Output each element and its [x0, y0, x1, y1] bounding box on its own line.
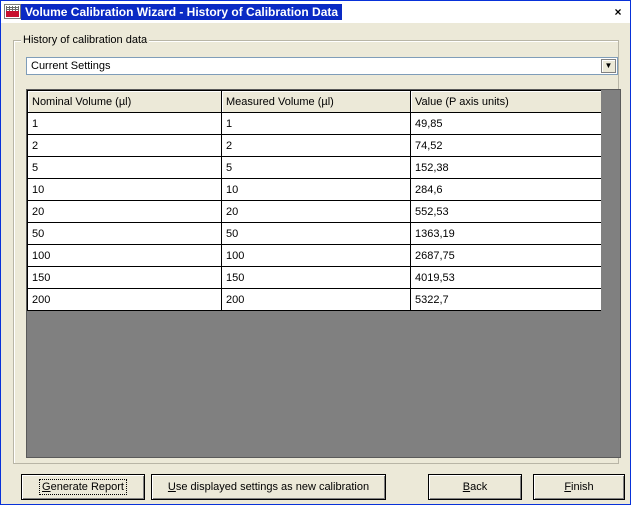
history-select[interactable]: Current Settings ▼ — [26, 57, 618, 75]
table-header-row: Nominal Volume (µl) Measured Volume (µl)… — [27, 90, 602, 113]
column-header-measured[interactable]: Measured Volume (µl) — [221, 90, 411, 113]
column-header-value[interactable]: Value (P axis units) — [410, 90, 602, 113]
cell-nominal[interactable]: 100 — [27, 244, 222, 267]
cell-nominal[interactable]: 150 — [27, 266, 222, 289]
generate-report-button[interactable]: Generate Report — [21, 474, 145, 500]
cell-nominal[interactable]: 1 — [27, 112, 222, 135]
cell-nominal[interactable]: 5 — [27, 156, 222, 179]
table-row[interactable]: 150 150 4019,53 — [27, 266, 602, 289]
cell-value[interactable]: 74,52 — [410, 134, 602, 157]
cell-measured[interactable]: 150 — [221, 266, 411, 289]
cell-measured[interactable]: 200 — [221, 288, 411, 311]
table-row[interactable]: 50 50 1363,19 — [27, 222, 602, 245]
cell-nominal[interactable]: 200 — [27, 288, 222, 311]
calibration-wizard-window: Volume Calibration Wizard - History of C… — [0, 0, 631, 505]
cell-measured[interactable]: 5 — [221, 156, 411, 179]
use-settings-label: Use displayed settings as new calibratio… — [167, 481, 370, 493]
back-label: Back — [462, 481, 488, 493]
cell-measured[interactable]: 2 — [221, 134, 411, 157]
finish-button[interactable]: Finish — [533, 474, 625, 500]
cell-value[interactable]: 284,6 — [410, 178, 602, 201]
table-row[interactable]: 100 100 2687,75 — [27, 244, 602, 267]
table-row[interactable]: 5 5 152,38 — [27, 156, 602, 179]
table-row[interactable]: 1 1 49,85 — [27, 112, 602, 135]
back-button[interactable]: Back — [428, 474, 522, 500]
history-select-value: Current Settings — [31, 60, 111, 72]
table-row[interactable]: 10 10 284,6 — [27, 178, 602, 201]
cell-nominal[interactable]: 20 — [27, 200, 222, 223]
cell-value[interactable]: 2687,75 — [410, 244, 602, 267]
finish-label: Finish — [564, 481, 594, 493]
cell-nominal[interactable]: 2 — [27, 134, 222, 157]
calibration-table: Nominal Volume (µl) Measured Volume (µl)… — [27, 90, 602, 311]
cell-measured[interactable]: 20 — [221, 200, 411, 223]
generate-report-label: Generate Report — [39, 479, 127, 495]
cell-value[interactable]: 552,53 — [410, 200, 602, 223]
chevron-down-icon[interactable]: ▼ — [601, 59, 616, 73]
use-settings-button[interactable]: Use displayed settings as new calibratio… — [151, 474, 386, 500]
cell-value[interactable]: 4019,53 — [410, 266, 602, 289]
table-row[interactable]: 2 2 74,52 — [27, 134, 602, 157]
window-title: Volume Calibration Wizard - History of C… — [21, 4, 343, 20]
cell-measured[interactable]: 10 — [221, 178, 411, 201]
table-empty-area — [601, 90, 620, 457]
calibration-table-area: Nominal Volume (µl) Measured Volume (µl)… — [26, 89, 621, 458]
cell-measured[interactable]: 1 — [221, 112, 411, 135]
cell-value[interactable]: 49,85 — [410, 112, 602, 135]
cell-measured[interactable]: 50 — [221, 222, 411, 245]
cell-value[interactable]: 1363,19 — [410, 222, 602, 245]
close-icon[interactable]: × — [612, 6, 624, 18]
cell-nominal[interactable]: 50 — [27, 222, 222, 245]
history-group-label: History of calibration data — [21, 34, 150, 46]
title-bar: Volume Calibration Wizard - History of C… — [1, 1, 630, 23]
cell-value[interactable]: 5322,7 — [410, 288, 602, 311]
app-icon — [4, 4, 21, 19]
table-row[interactable]: 200 200 5322,7 — [27, 288, 602, 311]
table-row[interactable]: 20 20 552,53 — [27, 200, 602, 223]
cell-measured[interactable]: 100 — [221, 244, 411, 267]
cell-value[interactable]: 152,38 — [410, 156, 602, 179]
cell-nominal[interactable]: 10 — [27, 178, 222, 201]
column-header-nominal[interactable]: Nominal Volume (µl) — [27, 90, 222, 113]
